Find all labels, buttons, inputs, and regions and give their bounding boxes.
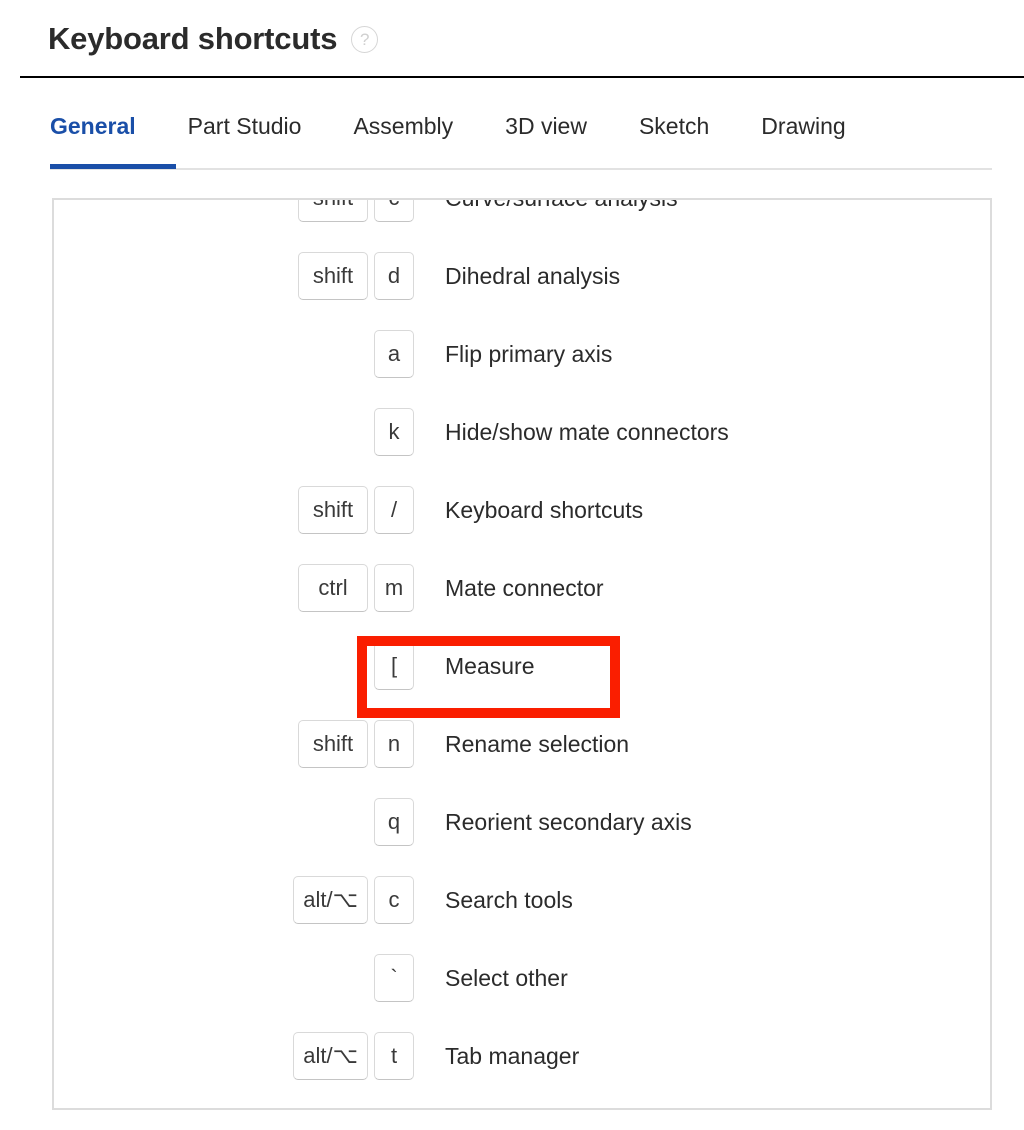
shortcut-label: Flip primary axis [418,341,612,368]
modifier-cell: ctrl [54,564,374,612]
page-header: Keyboard shortcuts ? [0,0,1024,77]
tab-3d-view[interactable]: 3D view [479,110,613,142]
key-keycap: d [374,252,414,300]
key-cell: n [374,720,418,768]
modifier-keycap: shift [298,486,368,534]
help-circle-icon[interactable]: ? [351,26,378,53]
key-keycap: q [374,798,414,846]
key-cell: q [374,798,418,846]
shortcut-label: Mate connector [418,575,604,602]
shortcut-row: shiftnRename selection [54,705,990,783]
modifier-keycap: alt/⌥ [293,1032,368,1080]
modifier-keycap: ctrl [298,564,368,612]
key-keycap: ` [374,954,414,1002]
shortcut-label: Hide/show mate connectors [418,419,729,446]
shortcut-label: Search tools [418,887,573,914]
modifier-keycap: shift [298,198,368,222]
shortcut-row: shift/Keyboard shortcuts [54,471,990,549]
shortcut-label: Select other [418,965,568,992]
shortcut-row: aFlip primary axis [54,315,990,393]
key-cell: a [374,330,418,378]
key-keycap: [ [374,642,414,690]
tab-part-studio[interactable]: Part Studio [162,110,328,142]
shortcut-row: ctrlmMate connector [54,549,990,627]
shortcut-row: `Select other [54,939,990,1017]
tab-sketch[interactable]: Sketch [613,110,735,142]
modifier-keycap: shift [298,252,368,300]
tab-assembly[interactable]: Assembly [327,110,479,142]
modifier-cell: shift [54,198,374,222]
shortcut-label: Dihedral analysis [418,263,620,290]
shortcut-row: alt/⌥tTab manager [54,1017,990,1095]
modifier-cell: shift [54,252,374,300]
key-cell: d [374,252,418,300]
shortcut-row: shiftc Curve/surface analysis [54,198,990,237]
shortcut-label: Curve/surface analysis [418,198,678,212]
modifier-cell: alt/⌥ [54,876,374,924]
key-keycap: / [374,486,414,534]
key-keycap: k [374,408,414,456]
shortcut-label: Rename selection [418,731,629,758]
tab-drawing[interactable]: Drawing [735,110,871,142]
header-inner: Keyboard shortcuts ? [0,0,1024,76]
modifier-cell: shift [54,486,374,534]
shortcut-row: qReorient secondary axis [54,783,990,861]
key-cell: / [374,486,418,534]
key-cell: ` [374,954,418,1002]
shortcuts-panel[interactable]: shiftcCurve/surface analysisshiftdDihedr… [52,198,992,1110]
active-tab-underline [50,164,176,169]
modifier-cell: shift [54,720,374,768]
header-divider [20,76,1024,78]
key-cell: k [374,408,418,456]
tab-list: GeneralPart StudioAssembly3D viewSketchD… [0,110,1024,142]
key-keycap: c [374,198,414,222]
key-cell: t [374,1032,418,1080]
tab-baseline [50,168,992,170]
key-keycap: m [374,564,414,612]
key-keycap: t [374,1032,414,1080]
shortcuts-list: shiftcCurve/surface analysisshiftdDihedr… [54,198,990,1095]
key-cell: [ [374,642,418,690]
shortcut-label: Tab manager [418,1043,579,1070]
shortcut-label: Measure [418,653,534,680]
key-cell: m [374,564,418,612]
modifier-cell: alt/⌥ [54,1032,374,1080]
modifier-keycap: alt/⌥ [293,876,368,924]
key-keycap: c [374,876,414,924]
shortcut-row: kHide/show mate connectors [54,393,990,471]
key-keycap: n [374,720,414,768]
shortcut-row: [Measure [54,627,990,705]
tab-bar: GeneralPart StudioAssembly3D viewSketchD… [0,110,1024,172]
key-cell: c [374,198,418,222]
shortcut-label: Keyboard shortcuts [418,497,643,524]
modifier-keycap: shift [298,720,368,768]
page-title: Keyboard shortcuts [48,23,337,54]
shortcut-label: Reorient secondary axis [418,809,692,836]
key-keycap: a [374,330,414,378]
key-cell: c [374,876,418,924]
shortcut-row: alt/⌥cSearch tools [54,861,990,939]
shortcut-row: shiftdDihedral analysis [54,237,990,315]
tab-general[interactable]: General [50,110,162,142]
